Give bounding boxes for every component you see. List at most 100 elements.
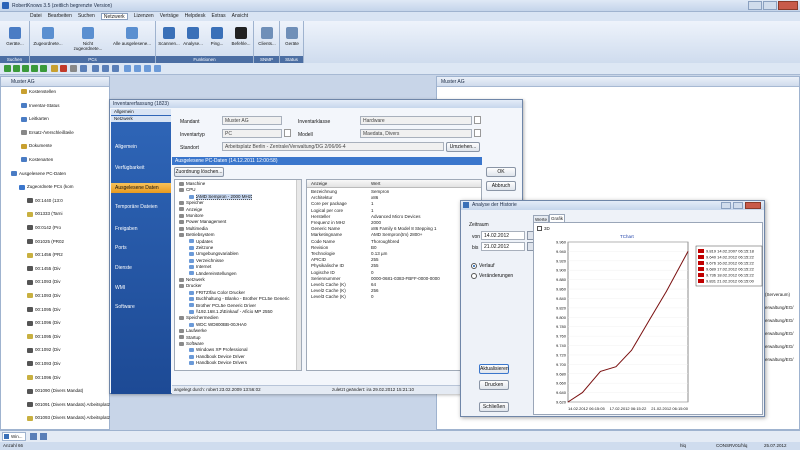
tree-item[interactable]: 00:1095 (Div <box>1 334 111 344</box>
ribbon-nicht-zugeordnete-button[interactable]: Nicht zugeordnete... <box>68 27 108 51</box>
tree-item[interactable]: 00:0142 (Pro <box>1 225 111 235</box>
ribbon-clients-button[interactable]: Clients... <box>256 27 278 46</box>
minimize-button[interactable] <box>748 1 762 10</box>
3d-checkbox[interactable] <box>537 226 542 231</box>
ribbon-geraete-search-button[interactable]: Geräte... <box>4 27 26 46</box>
abbruch-button[interactable]: Abbruch <box>486 181 516 191</box>
toolbar-refresh-icon[interactable] <box>102 65 109 72</box>
ribbon-scannen-button[interactable]: Scannen... <box>158 27 180 46</box>
taskbar-icon-b[interactable] <box>40 433 47 440</box>
veraenderungen-radio[interactable] <box>471 273 477 279</box>
inventory-nav-item-5[interactable]: Ports <box>111 243 171 253</box>
menu-item-5[interactable]: Verträge <box>160 13 179 20</box>
inventartyp-field[interactable]: PC <box>222 129 282 138</box>
ribbon-ping-button[interactable]: Ping... <box>206 27 228 46</box>
inventory-nav-item-0[interactable]: Allgemein <box>111 142 171 152</box>
tree-item[interactable]: 00:1455 (Div <box>1 266 111 276</box>
inventory-nav-item-2[interactable]: Ausgelesene Daten <box>111 183 171 193</box>
toolbar-settings-icon[interactable] <box>134 65 141 72</box>
tab-allgemein[interactable]: Allgemein <box>111 109 171 115</box>
ribbon-befehle-button[interactable]: Befehle... <box>230 27 252 46</box>
column-wert[interactable]: Wert <box>371 181 380 186</box>
menu-item-7[interactable]: Extras <box>211 13 225 20</box>
inventory-nav-item-6[interactable]: Dienste <box>111 263 171 273</box>
bis-date-field[interactable]: 21.02.2012 <box>481 242 525 251</box>
umziehen-button[interactable]: Umziehen... <box>446 142 480 152</box>
menu-item-3[interactable]: Netzwerk <box>100 13 128 20</box>
toolbar-delete-icon[interactable] <box>60 65 67 72</box>
column-anzeige[interactable]: Anzeige <box>311 181 327 186</box>
toolbar-filter-icon[interactable] <box>92 65 99 72</box>
tree-item[interactable]: 00:1456 (PR2 <box>1 252 111 262</box>
menu-item-0[interactable]: Datei <box>30 13 42 20</box>
tree-item[interactable]: Kostenarten <box>1 157 111 167</box>
toolbar-edit-icon[interactable] <box>51 65 58 72</box>
mandant-field[interactable]: Muster AG <box>222 116 282 125</box>
tree-item[interactable]: Kostenstellen <box>1 89 111 99</box>
ribbon-zugeordnete-button[interactable]: Zugeordnete... <box>32 27 64 46</box>
aktualisieren-button[interactable]: Aktualisieren <box>479 364 509 374</box>
toolbar-open-icon[interactable] <box>13 65 20 72</box>
inventory-nav-item-3[interactable]: Temporäre Dateien <box>111 202 171 212</box>
toolbar-user-icon[interactable] <box>144 65 151 72</box>
tree-item[interactable]: Dokumente <box>1 143 111 153</box>
analysis-minimize-button[interactable] <box>721 202 731 209</box>
toolbar-chart-icon[interactable] <box>154 65 161 72</box>
tree-item[interactable]: 001093 (Divers Mandats) Arbeitsplatz Ber… <box>1 415 111 425</box>
toolbar-search-icon[interactable] <box>80 65 87 72</box>
tree-item[interactable]: 00:1092 (Div <box>1 347 111 357</box>
analysis-close-button[interactable] <box>745 202 761 209</box>
ribbon-alle-ausgelesene-button[interactable]: Alle ausgelesene... <box>112 27 152 46</box>
taskbar-icon-a[interactable] <box>30 433 37 440</box>
hardware-tree-scrollbar[interactable] <box>296 180 301 370</box>
menu-item-2[interactable]: Suchen <box>78 13 95 20</box>
toolbar-copy-icon[interactable] <box>31 65 38 72</box>
inventory-nav-item-4[interactable]: Freigaben <box>111 224 171 234</box>
tree-item[interactable]: 001090 (Divers Mandat) <box>1 388 111 398</box>
ribbon-status-geraete-button[interactable]: Geräte <box>281 27 303 46</box>
standort-field[interactable]: Arbeitsplatz Berlin - Zentrale/Verwaltun… <box>222 142 444 151</box>
tree-item[interactable]: Ersatz-/Verschleißteile <box>1 130 111 140</box>
menu-item-4[interactable]: Lizenzen <box>134 13 154 20</box>
ribbon-analyse-button[interactable]: Analyse... <box>182 27 204 46</box>
tree-item[interactable]: 00:1093 (Div <box>1 293 111 303</box>
menu-item-8[interactable]: Ansicht <box>232 13 248 20</box>
analysis-maximize-button[interactable] <box>733 202 743 209</box>
inventory-nav-item-8[interactable]: Software <box>111 302 171 312</box>
maximize-button[interactable] <box>763 1 777 10</box>
tree-item[interactable]: 00:1440 (13:0 <box>1 198 111 208</box>
tree-item[interactable]: 00:1096 (Div <box>1 320 111 330</box>
toolbar-print-icon[interactable] <box>70 65 77 72</box>
tree-item[interactable]: 001025 (PR02 <box>1 239 111 249</box>
tree-item[interactable]: Zugeordnete PCs (kom <box>1 184 111 194</box>
menu-item-6[interactable]: Helpdesk <box>185 13 206 20</box>
properties-row[interactable]: Level3 Cache (K) 0 <box>307 294 481 301</box>
tree-item[interactable]: Ausgelesene PC-Daten <box>1 171 111 181</box>
inventarklasse-field[interactable]: Hardware <box>360 116 472 125</box>
toolbar-new-icon[interactable] <box>4 65 11 72</box>
inventory-nav-item-7[interactable]: WMI <box>111 283 171 293</box>
tree-item[interactable]: 00:1093 (Div <box>1 279 111 289</box>
inventory-nav-item-1[interactable]: Verfügbarkeit <box>111 163 171 173</box>
menu-item-1[interactable]: Bearbeiten <box>48 13 72 20</box>
tree-item[interactable]: 00:1095 (Div <box>1 307 111 317</box>
close-button[interactable] <box>778 1 798 10</box>
verlauf-radio[interactable] <box>471 263 477 269</box>
edit-inventarklasse-icon[interactable] <box>474 116 481 124</box>
toolbar-info-icon[interactable] <box>124 65 131 72</box>
tree-item[interactable]: 00:1093 (Div <box>1 361 111 371</box>
taskbar-window-item[interactable]: Win... <box>2 432 26 441</box>
toolbar-save-icon[interactable] <box>22 65 29 72</box>
toolbar-paste-icon[interactable] <box>40 65 47 72</box>
edit-inventartyp-icon[interactable] <box>284 129 291 137</box>
schliessen-button[interactable]: Schließen <box>479 402 509 412</box>
edit-modell-icon[interactable] <box>474 129 481 137</box>
tree-item[interactable]: Inventar-Status <box>1 103 111 113</box>
modell-field[interactable]: Maedata, Divers <box>360 129 472 138</box>
drucken-button[interactable]: Drucken <box>479 380 509 390</box>
tab-netzwerk[interactable]: Netzwerk <box>111 116 171 122</box>
hardware-tree-item[interactable]: Handbook Device Drivers <box>175 360 301 367</box>
tree-item[interactable]: Leitkarten <box>1 116 111 126</box>
tree-item[interactable]: 001333 (Tarni <box>1 211 111 221</box>
tree-item[interactable]: 00:1096 (Div <box>1 375 111 385</box>
